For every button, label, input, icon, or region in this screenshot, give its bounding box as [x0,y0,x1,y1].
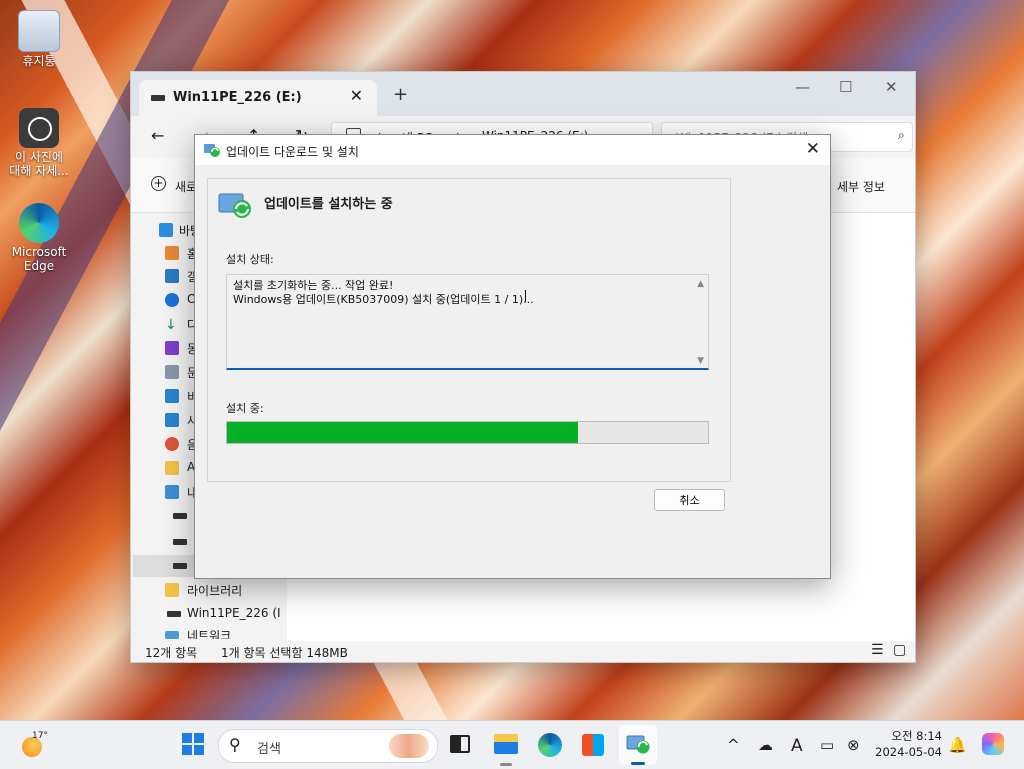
libraries-folder-icon [165,583,179,597]
maximize-icon[interactable]: ☐ [839,78,852,96]
taskbar-search-placeholder: 검색 [257,742,281,757]
search-icon: ⌕ [898,128,905,142]
close-window-icon[interactable]: ✕ [885,78,898,96]
clock-date: 2024-05-04 [875,745,942,759]
pictures-icon [165,413,179,427]
show-hidden-icons-chevron-icon[interactable]: ^ [727,736,740,754]
details-view-icon[interactable]: ☰ [871,642,884,658]
weather-temp: 17° [32,731,48,741]
explorer-tab-bar: Win11PE_226 (E:) ✕ + — ☐ ✕ [131,72,915,116]
desktop-icon-learn-about-photo[interactable]: 이 사진에 대해 자세... [3,108,75,178]
explorer-tab-title: Win11PE_226 (E:) [173,90,302,105]
scroll-down-icon[interactable]: ▼ [697,356,704,366]
onedrive-icon [165,293,179,307]
progress-fill [227,422,579,443]
drive-icon [173,563,187,569]
desktop-icon-recycle-bin[interactable]: 휴지통 [3,10,75,68]
home-icon [165,246,179,260]
camera-icon [19,108,59,148]
update-progress-icon [218,193,251,218]
download-icon: ↓ [165,317,177,333]
network-icon [165,631,179,639]
dialog-content-panel: 업데이트를 설치하는 중 설치 상태: 설치를 초기화하는 중... 작업 완료… [207,178,731,482]
documents-icon [165,365,179,379]
drive-icon [173,513,187,519]
dialog-title-bar: 업데이트 다운로드 및 설치 ✕ [195,135,830,165]
store-taskbar-icon[interactable] [582,734,604,756]
dialog-heading: 업데이트를 설치하는 중 [264,197,393,212]
dialog-title: 업데이트 다운로드 및 설치 [226,145,359,159]
log-line: Windows용 업데이트(KB5037009) 설치 중(업데이트 1 / 1… [233,293,534,306]
recycle-bin-icon [18,10,60,52]
new-tab-icon[interactable]: + [393,84,408,105]
running-indicator [500,763,512,766]
this-pc-icon [165,485,179,499]
taskbar-search-input[interactable]: ⚲ 검색 [218,729,438,763]
drive-b-icon [165,389,179,403]
taskbar: 17° ⚲ 검색 ^ ☁ A ▭ ⊗ 오전 8:14 2024-05-04 🔔 [0,720,1024,769]
explorer-tab[interactable]: Win11PE_226 (E:) ✕ [139,80,377,116]
folder-icon [165,461,179,475]
active-indicator [631,762,645,765]
sidebar-item[interactable]: 라이브러리 [187,582,242,600]
back-arrow-icon[interactable]: ← [151,126,164,145]
sidebar-item[interactable]: Win11PE_226 (I [187,606,281,624]
cancel-button[interactable]: 취소 [654,489,725,511]
clock[interactable]: 오전 8:14 2024-05-04 [872,728,942,760]
minimize-icon[interactable]: — [795,78,810,96]
desktop-folder-icon [159,223,173,237]
update-taskbar-button[interactable] [619,725,657,765]
text-cursor [525,290,526,302]
weather-widget[interactable]: 17° [20,731,56,759]
search-highlight-icon [389,734,429,758]
tiles-view-icon[interactable]: ▢ [893,642,906,658]
gallery-icon [165,269,179,283]
progress-label: 설치 중: [226,402,264,415]
windows-update-icon [626,735,650,754]
desktop-icon-label: 이 사진에 대해 자세... [9,150,69,178]
videos-icon [165,341,179,355]
edge-icon [19,203,59,243]
close-tab-icon[interactable]: ✕ [350,86,363,105]
desktop-icon-edge[interactable]: Microsoft Edge [3,203,75,273]
clock-time: 오전 8:14 [891,729,942,743]
sidebar-item[interactable]: 네트워크 [187,627,231,639]
drive-icon [167,611,181,617]
install-log-textbox[interactable]: 설치를 초기화하는 중... 작업 완료! Windows용 업데이트(KB50… [226,274,709,370]
new-plus-icon[interactable]: + [151,176,166,191]
search-icon: ⚲ [229,735,241,754]
music-icon [165,437,179,451]
display-icon[interactable]: ▭ [820,736,834,754]
status-item-count: 12개 항목 [145,646,198,660]
task-view-icon[interactable] [450,735,470,753]
notification-bell-icon[interactable]: 🔔 [948,736,967,754]
network-disconnected-icon[interactable]: ☁ [758,736,773,754]
edge-taskbar-icon[interactable] [538,733,562,757]
windows-update-icon [204,144,220,157]
file-explorer-taskbar-icon[interactable] [494,734,518,754]
install-progress-bar [226,421,709,444]
desktop-icon-label: 휴지통 [22,54,56,68]
status-selection: 1개 항목 선택함 148MB [221,646,348,660]
scroll-up-icon[interactable]: ▲ [697,279,704,289]
status-bar: 12개 항목 1개 항목 선택함 148MB ☰ ▢ [131,641,915,662]
copilot-icon[interactable] [982,733,1004,755]
start-windows-icon[interactable] [182,733,204,755]
dialog-close-icon[interactable]: ✕ [806,139,820,159]
details-pane-button[interactable]: 세부 정보 [837,178,885,195]
update-install-dialog: 업데이트 다운로드 및 설치 ✕ 업데이트를 설치하는 중 설치 상태: 설치를… [194,134,831,579]
volume-muted-icon[interactable]: ⊗ [847,736,860,754]
desktop-icon-label: Microsoft Edge [11,245,67,273]
drive-icon [173,539,187,545]
install-status-label: 설치 상태: [226,253,274,266]
input-language-icon[interactable]: A [791,736,803,756]
drive-icon [151,95,165,101]
